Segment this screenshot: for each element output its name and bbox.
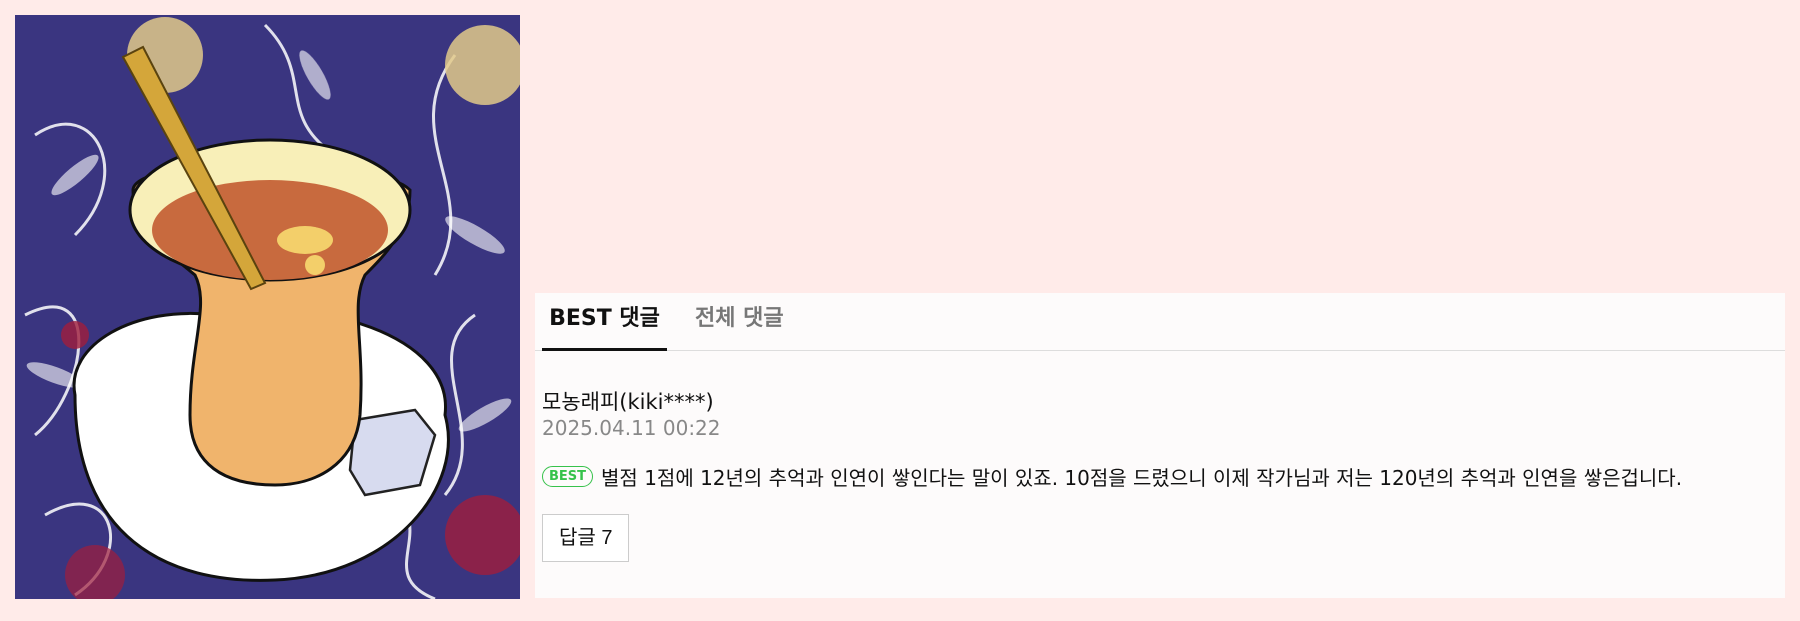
best-badge: BEST xyxy=(542,466,594,487)
reply-button[interactable]: 답글 7 xyxy=(542,514,630,562)
comment-tabs: BEST 댓글 전체 댓글 xyxy=(535,293,1785,351)
tab-all-comments[interactable]: 전체 댓글 xyxy=(695,293,784,350)
comment-panel: BEST 댓글 전체 댓글 모농래피(kiki****) 2025.04.11 … xyxy=(535,293,1785,598)
comment-author[interactable]: 모농래피(kiki****) xyxy=(542,386,714,416)
webtoon-artwork xyxy=(15,15,520,599)
comment-text: 별점 1점에 12년의 추억과 인연이 쌓인다는 말이 있죠. 10점을 드렸으… xyxy=(601,466,1683,490)
tab-best-comments[interactable]: BEST 댓글 xyxy=(542,293,667,351)
tea-glass-icon xyxy=(15,15,520,599)
comment-body: BEST 별점 1점에 12년의 추억과 인연이 쌓인다는 말이 있죠. 10점… xyxy=(542,462,1782,491)
comment-date: 2025.04.11 00:22 xyxy=(542,416,721,440)
